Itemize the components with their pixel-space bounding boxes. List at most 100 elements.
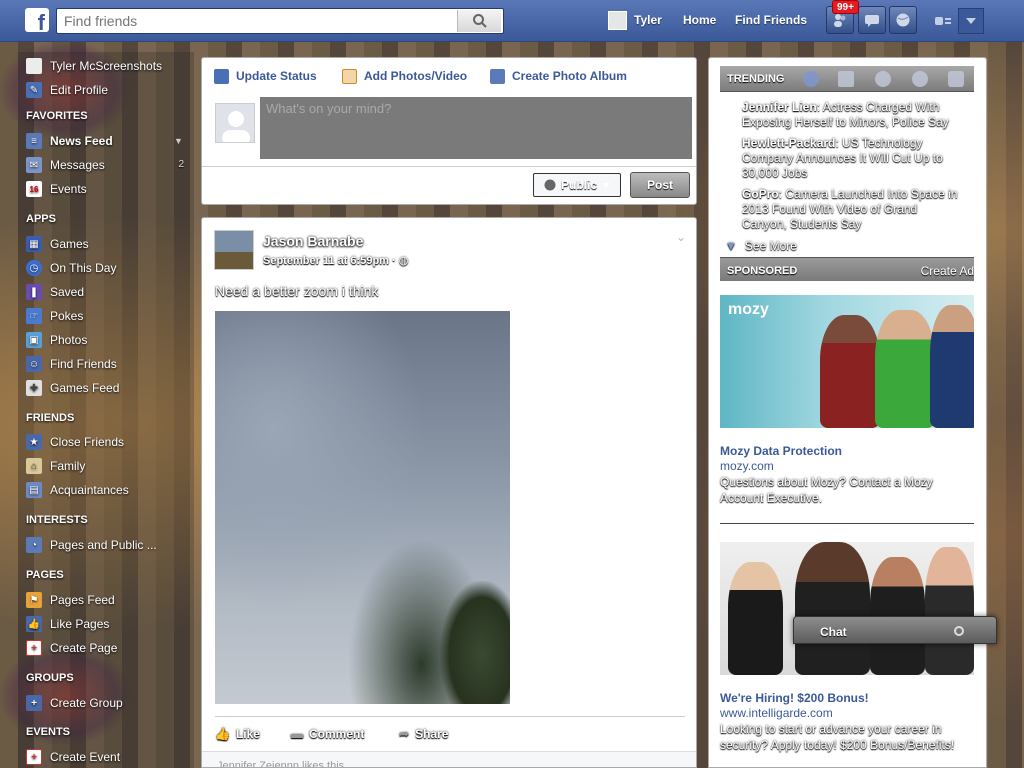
trending-see-more[interactable]: ▼ See More (725, 239, 797, 253)
sidebar-item-close-friends[interactable]: ★ Close Friends (26, 432, 124, 452)
share-button[interactable]: ➦ Share (399, 727, 448, 741)
find-friends-link[interactable]: Find Friends (735, 13, 807, 27)
ad-title[interactable]: Mozy Data Protection (720, 444, 842, 458)
ad-url[interactable]: www.intelligarde.com (720, 706, 833, 720)
ad-title[interactable]: We're Hiring! $200 Bonus! (720, 691, 869, 705)
ad-person (728, 562, 783, 675)
sidebar-item-find-friends[interactable]: ☺ Find Friends (26, 354, 117, 374)
post-author-avatar[interactable] (214, 230, 254, 270)
settings-area (934, 8, 990, 34)
privacy-selector[interactable]: Public (533, 173, 621, 197)
sidebar-item-label: News Feed (50, 134, 113, 148)
post-options-chevron-icon[interactable]: ⌄ (676, 230, 686, 244)
search-button[interactable] (457, 10, 501, 32)
apps-heading: APPS (26, 213, 56, 225)
chevron-down-icon (966, 18, 976, 24)
sidebar-profile-link[interactable]: Tyler McScreenshots (26, 56, 162, 76)
like-button[interactable]: 👍 Like (215, 727, 260, 741)
sidebar-item-games[interactable]: ▦ Games (26, 234, 89, 254)
privacy-shortcuts-icon[interactable] (934, 14, 952, 28)
trending-entertainment-icon[interactable] (948, 71, 964, 87)
sidebar-item-label: Family (50, 459, 86, 473)
pencil-icon (214, 68, 229, 84)
trending-science-icon[interactable] (875, 71, 891, 87)
profile-name-link[interactable]: Tyler (634, 13, 662, 27)
composer-avatar (215, 103, 255, 143)
sidebar-item-label: Pages and Public ... (50, 538, 157, 552)
gamepad-icon: ✚ (26, 380, 42, 396)
ad-person (820, 315, 880, 428)
messages-count: 2 (178, 159, 184, 170)
post-timestamp[interactable]: September 11 at 6:59pm · ◍ (263, 254, 408, 267)
ad-image-mozy[interactable]: mozy (720, 295, 974, 428)
sidebar-item-family[interactable]: ⌂ Family (26, 456, 85, 476)
post-photo[interactable] (215, 311, 510, 704)
trending-top-icon[interactable] (803, 71, 819, 87)
comment-label: Comment (309, 727, 365, 741)
facebook-logo[interactable]: f (25, 8, 49, 32)
trending-item[interactable]: GoPro: Camera Launched Into Space in 201… (742, 187, 962, 232)
sidebar-item-acquaintances[interactable]: ▤ Acquaintances (26, 480, 129, 500)
chevron-down-icon (602, 182, 610, 188)
sidebar-item-label: Events (50, 182, 87, 196)
sidebar-item-label: Create Group (50, 696, 123, 710)
chat-bar[interactable]: Chat (793, 616, 997, 644)
globe-icon: ◍ (398, 255, 409, 267)
pencil-icon: ✎ (26, 82, 42, 98)
trending-item[interactable]: Jennifer Lien: Actress Charged With Expo… (742, 100, 962, 130)
ad-person (930, 305, 974, 428)
sidebar-item-like-pages[interactable]: 👍 Like Pages (26, 614, 109, 634)
account-menu-button[interactable] (958, 8, 984, 34)
sidebar-item-messages[interactable]: ✉ Messages (26, 155, 105, 175)
privacy-label: Public (560, 178, 597, 192)
sidebar-edit-profile[interactable]: ✎ Edit Profile (26, 80, 108, 100)
news-feed-options-icon[interactable]: ▼ (174, 136, 183, 146)
building-icon: ▤ (26, 482, 42, 498)
plus-icon: + (26, 640, 42, 656)
notifications-button[interactable] (889, 6, 917, 34)
profile-avatar-small[interactable] (608, 11, 627, 30)
poke-icon: ☞ (26, 308, 42, 324)
sidebar-item-saved[interactable]: ❚ Saved (26, 282, 84, 302)
star-icon: ★ (26, 434, 42, 450)
create-ad-link[interactable]: Create Ad (921, 264, 974, 278)
gear-icon[interactable] (952, 624, 966, 638)
trending-politics-icon[interactable] (838, 71, 854, 87)
post-author-name[interactable]: Jason Barnabe (263, 233, 363, 249)
sidebar-item-label: Find Friends (50, 357, 117, 371)
ad-image-intelligarde[interactable] (720, 542, 974, 675)
messages-button[interactable] (858, 6, 886, 34)
tab-update-status[interactable]: Update Status (214, 68, 317, 84)
post-date-text: September 11 at 6:59pm · (263, 255, 399, 267)
status-input[interactable]: What's on your mind? (260, 97, 692, 159)
trending-item[interactable]: Hewlett-Packard: US Technology Company A… (742, 136, 962, 181)
default-avatar-icon (222, 111, 250, 142)
plus-icon: + (26, 695, 42, 711)
right-column: TRENDING Jennifer Lien: Actress Charged … (708, 57, 987, 768)
sidebar-item-label: Pages Feed (50, 593, 115, 607)
sidebar-item-pages-feed[interactable]: ⚑ Pages Feed (26, 590, 115, 610)
tab-add-photos-video[interactable]: Add Photos/Video (342, 68, 467, 84)
sidebar-item-pokes[interactable]: ☞ Pokes (26, 306, 83, 326)
sidebar-item-events[interactable]: 16 Events (26, 179, 87, 199)
sidebar-item-pages-public-figures[interactable]: ◔ Pages and Public ... (26, 535, 157, 555)
friends-heading: FRIENDS (26, 412, 75, 424)
sidebar-item-create-page[interactable]: + Create Page (26, 638, 117, 658)
sidebar-item-label: Close Friends (50, 435, 125, 449)
sidebar-item-create-event[interactable]: + Create Event (26, 747, 120, 767)
sidebar-item-create-group[interactable]: + Create Group (26, 693, 123, 713)
sidebar-item-news-feed[interactable]: ≡ News Feed (26, 131, 113, 151)
ad-url[interactable]: mozy.com (720, 459, 774, 473)
trending-sports-icon[interactable] (912, 71, 928, 87)
home-link[interactable]: Home (683, 13, 716, 27)
comment-button[interactable]: ▬ Comment (291, 727, 364, 741)
tab-create-photo-album[interactable]: Create Photo Album (490, 68, 627, 84)
sidebar-item-photos[interactable]: ▣ Photos (26, 330, 87, 350)
sidebar-item-on-this-day[interactable]: ◷ On This Day (26, 258, 116, 278)
search-input[interactable] (57, 9, 457, 33)
messages-icon: ✉ (26, 157, 42, 173)
sidebar-item-games-feed[interactable]: ✚ Games Feed (26, 378, 119, 398)
sidebar-item-label: Pokes (50, 309, 84, 323)
likes-summary[interactable]: Jennifer Zeiennn likes this (217, 760, 344, 767)
post-button[interactable]: Post (630, 172, 690, 198)
